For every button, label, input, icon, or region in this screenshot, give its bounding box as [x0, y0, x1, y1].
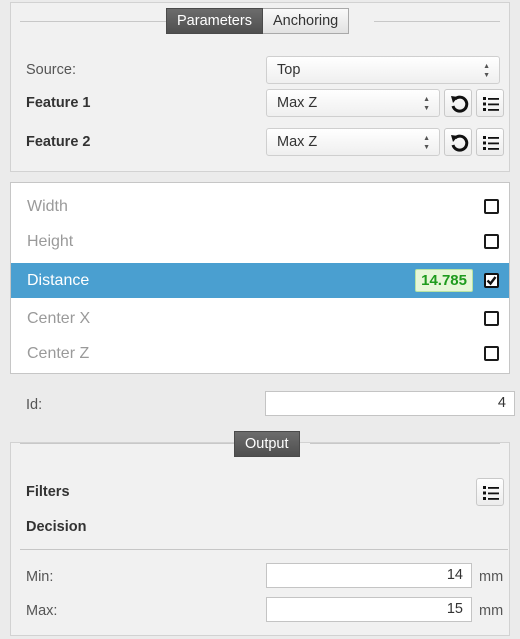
max-label: Max:	[26, 603, 58, 619]
updown-arrow-icon: ▲ ▼	[423, 135, 430, 151]
decision-label: Decision	[26, 519, 87, 535]
checkbox-icon[interactable]	[484, 199, 499, 214]
feature2-label: Feature 2	[26, 134, 91, 150]
measurement-label: Center Z	[27, 345, 90, 362]
measurement-value-badge: 14.785	[415, 269, 473, 292]
source-select-value: Top	[277, 62, 301, 78]
checkbox-icon[interactable]	[484, 311, 499, 326]
max-input[interactable]: 15	[266, 597, 472, 622]
updown-arrow-icon: ▲ ▼	[483, 63, 490, 79]
min-unit: mm	[479, 569, 504, 585]
list-icon	[483, 136, 499, 150]
check-icon	[486, 276, 497, 286]
updown-arrow-icon: ▲ ▼	[423, 96, 430, 112]
min-label: Min:	[26, 569, 54, 585]
min-input[interactable]: 14	[266, 563, 472, 588]
checkbox-icon[interactable]	[484, 346, 499, 361]
feature2-reset-button[interactable]	[444, 128, 472, 156]
list-item-center-z[interactable]: Center Z	[11, 336, 509, 371]
output-divider-left	[20, 443, 234, 444]
measurement-label: Width	[27, 198, 68, 215]
feature2-select[interactable]: Max Z ▲ ▼	[266, 128, 440, 156]
measurement-label: Height	[27, 233, 74, 250]
tab-parameters[interactable]: Parameters	[166, 8, 263, 34]
output-divider-right	[310, 443, 500, 444]
source-label: Source:	[26, 62, 76, 78]
measurement-label: Center X	[27, 310, 91, 327]
max-unit: mm	[479, 603, 504, 619]
source-select[interactable]: Top ▲ ▼	[266, 56, 500, 84]
tab-anchoring[interactable]: Anchoring	[262, 8, 350, 34]
list-icon	[483, 486, 499, 500]
feature1-label: Feature 1	[26, 95, 91, 111]
feature2-list-button[interactable]	[476, 128, 504, 156]
list-item-distance[interactable]: Distance 14.785	[11, 263, 509, 298]
list-item-height[interactable]: Height	[11, 224, 509, 259]
id-input[interactable]: 4	[265, 391, 515, 416]
filters-list-button[interactable]	[476, 478, 504, 506]
parameters-tabs: Parameters Anchoring	[166, 8, 350, 34]
checkbox-icon[interactable]	[484, 273, 499, 288]
output-tabs: Output	[234, 431, 300, 457]
tab-divider-left	[20, 21, 166, 22]
id-label: Id:	[26, 397, 43, 413]
reset-icon	[451, 95, 469, 113]
tab-output[interactable]: Output	[234, 431, 300, 457]
filters-label: Filters	[26, 484, 70, 500]
feature2-select-value: Max Z	[277, 134, 318, 150]
measurement-list: Width Height Distance 14.785 Center X Ce…	[10, 182, 510, 374]
feature1-select-value: Max Z	[277, 95, 318, 111]
feature1-select[interactable]: Max Z ▲ ▼	[266, 89, 440, 117]
decision-divider	[20, 549, 508, 550]
checkbox-icon[interactable]	[484, 234, 499, 249]
list-item-width[interactable]: Width	[11, 189, 509, 224]
feature1-list-button[interactable]	[476, 89, 504, 117]
list-item-center-x[interactable]: Center X	[11, 301, 509, 336]
feature1-reset-button[interactable]	[444, 89, 472, 117]
tab-divider-right	[374, 21, 500, 22]
reset-icon	[451, 134, 469, 152]
measurement-label: Distance	[27, 272, 90, 289]
list-icon	[483, 97, 499, 111]
